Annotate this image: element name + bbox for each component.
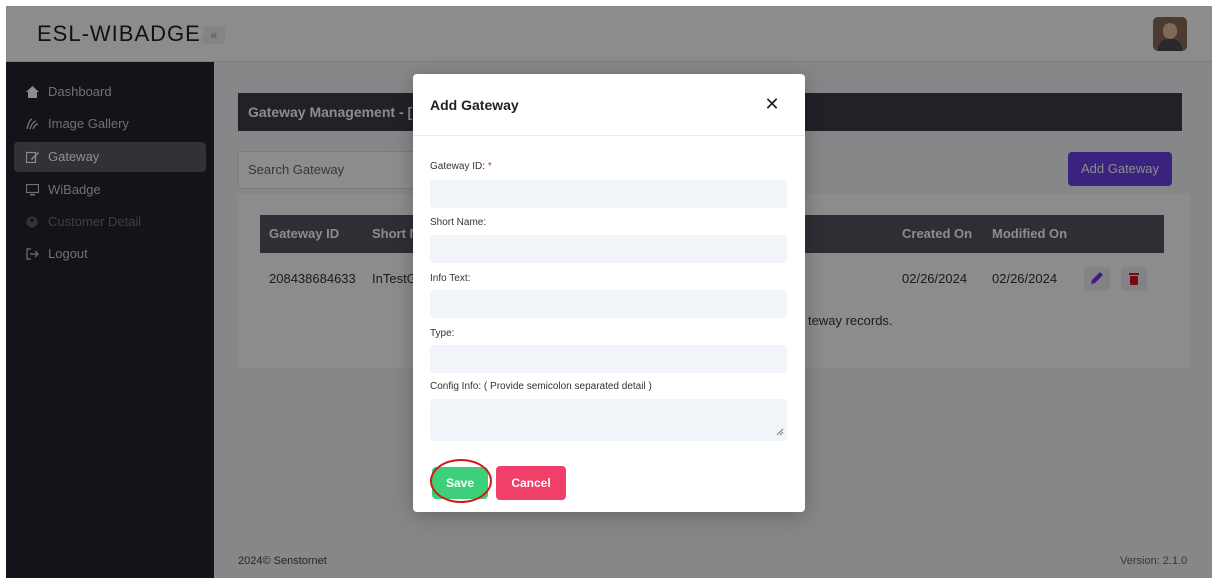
save-highlight-ring [430,459,492,503]
info-text-field[interactable] [430,290,787,318]
short-name-field[interactable] [430,235,787,263]
close-icon: ✕ [764,94,780,114]
gateway-id-field[interactable] [430,180,787,208]
config-info-label: Config Info: ( Provide semicolon separat… [430,381,652,392]
gateway-id-label: Gateway ID: * [430,161,492,172]
type-field[interactable] [430,345,787,373]
cancel-button[interactable]: Cancel [496,466,566,500]
short-name-label: Short Name: [430,217,487,228]
modal-header: Add Gateway ✕ [413,74,805,136]
resize-grip-icon[interactable] [776,428,784,436]
type-label: Type: [430,328,455,339]
add-gateway-modal: Add Gateway ✕ Gateway ID: * Short Name: … [413,74,805,512]
config-info-field[interactable] [430,399,787,441]
gateway-id-label-text: Gateway ID: [430,161,486,172]
info-text-label: Info Text: [430,273,471,284]
modal-title: Add Gateway [430,97,519,113]
app-window: ESL-WIBADGE. « Dashboard Image Gallery G… [6,6,1212,578]
required-mark: * [487,161,492,172]
close-button[interactable]: ✕ [762,94,782,114]
